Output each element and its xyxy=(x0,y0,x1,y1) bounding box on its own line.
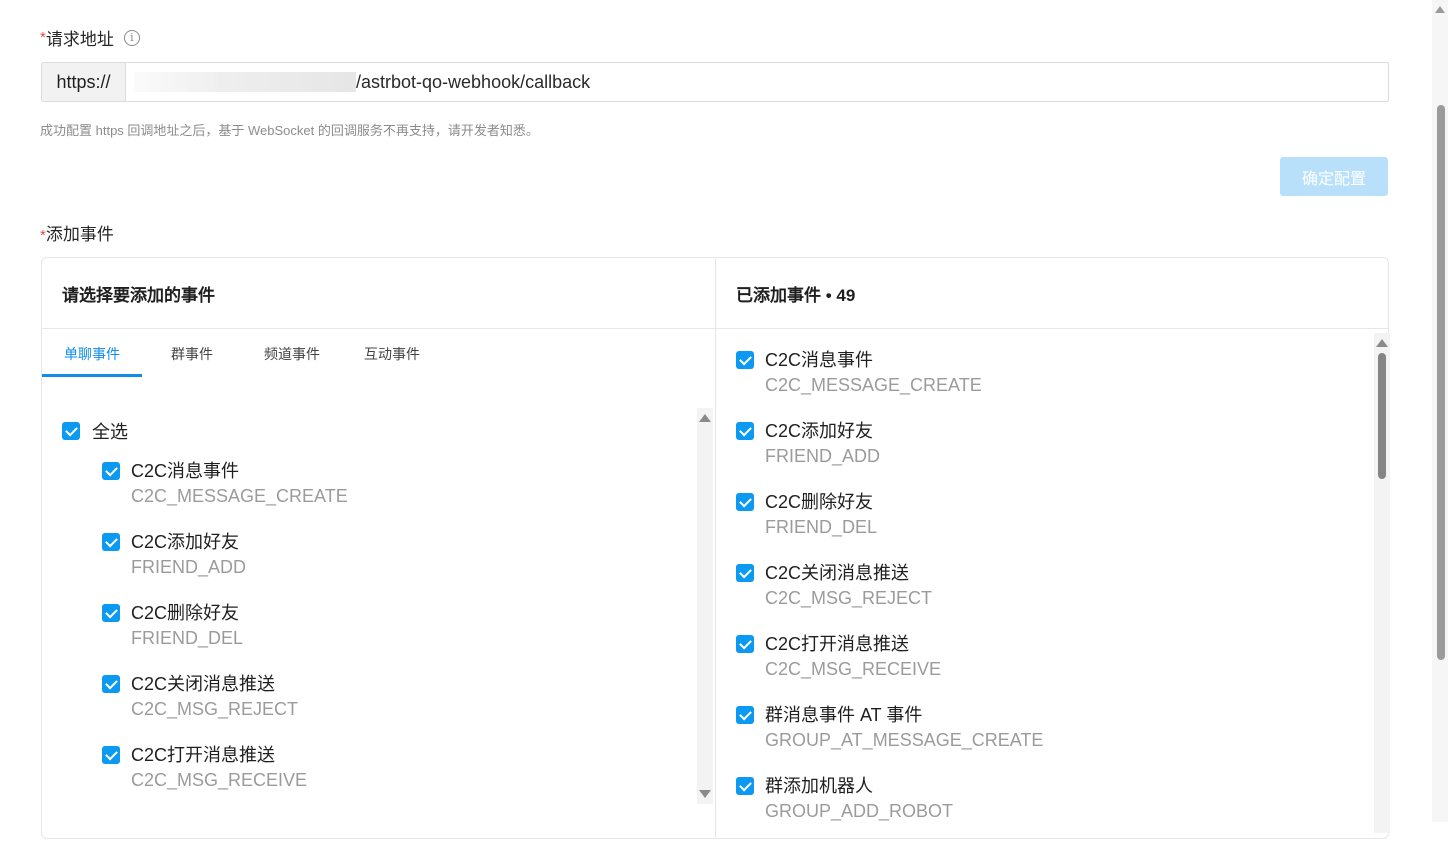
scroll-down-arrow-icon[interactable] xyxy=(699,790,711,798)
https-hint: 成功配置 https 回调地址之后，基于 WebSocket 的回调服务不再支持… xyxy=(40,123,539,138)
event-checkbox[interactable] xyxy=(736,493,754,511)
event-checkbox[interactable] xyxy=(736,564,754,582)
event-code: C2C_MSG_RECEIVE xyxy=(765,659,942,679)
event-checkbox[interactable] xyxy=(736,777,754,795)
event-code: C2C_MSG_REJECT xyxy=(131,699,299,719)
event-checkbox[interactable] xyxy=(102,746,120,764)
url-input-group: https:// /astrbot-qo-webhook/callback xyxy=(41,62,1389,102)
event-item[interactable]: C2C打开消息推送 C2C_MSG_RECEIVE xyxy=(102,743,348,814)
event-name: C2C关闭消息推送 xyxy=(131,674,276,694)
event-code: C2C_MSG_REJECT xyxy=(765,588,933,608)
event-code: FRIEND_ADD xyxy=(765,446,881,466)
confirm-config-button[interactable]: 确定配置 xyxy=(1280,157,1388,196)
event-name: C2C删除好友 xyxy=(131,603,240,623)
event-transfer-panel: 请选择要添加的事件 单聊事件 群事件 频道事件 互动事件 全选 C2C消息事件 C… xyxy=(41,257,1390,839)
added-events-column: 已添加事件 • 49 C2C消息事件 C2C_MESSAGE_CREATE C2C… xyxy=(716,258,1390,838)
add-events-label: *添加事件 xyxy=(40,220,114,245)
event-name: C2C消息事件 xyxy=(131,461,240,481)
event-checkbox[interactable] xyxy=(736,422,754,440)
event-name: C2C消息事件 xyxy=(765,350,874,370)
available-events-scrollbar[interactable] xyxy=(697,408,713,804)
select-all-checkbox[interactable] xyxy=(62,422,80,440)
add-events-label-text: 添加事件 xyxy=(45,225,114,244)
event-code: C2C_MESSAGE_CREATE xyxy=(765,375,982,395)
scroll-up-arrow-icon[interactable] xyxy=(699,414,711,422)
url-prefix: https:// xyxy=(42,63,126,101)
event-item[interactable]: C2C关闭消息推送 C2C_MSG_REJECT xyxy=(102,672,348,743)
added-events-scrollbar[interactable] xyxy=(1374,333,1390,833)
added-event-item[interactable]: 群添加机器人 GROUP_ADD_ROBOT xyxy=(736,774,1043,845)
scroll-up-arrow-icon[interactable] xyxy=(1376,339,1388,347)
select-all-row[interactable]: 全选 xyxy=(62,418,128,444)
page-scroll-thumb[interactable] xyxy=(1437,105,1445,660)
added-event-item[interactable]: C2C删除好友 FRIEND_DEL xyxy=(736,490,1043,561)
event-checkbox[interactable] xyxy=(736,351,754,369)
request-url-label-text: 请求地址 xyxy=(45,30,114,49)
scroll-thumb[interactable] xyxy=(1378,353,1386,479)
event-checkbox[interactable] xyxy=(102,675,120,693)
event-name: C2C打开消息推送 xyxy=(131,745,276,765)
redacted-domain xyxy=(134,72,356,92)
info-icon[interactable]: i xyxy=(123,29,140,46)
tab-interaction-events[interactable]: 互动事件 xyxy=(342,329,442,377)
event-name: C2C打开消息推送 xyxy=(765,634,910,654)
event-name: C2C添加好友 xyxy=(131,532,240,552)
event-checkbox[interactable] xyxy=(102,604,120,622)
available-events-list: C2C消息事件 C2C_MESSAGE_CREATE C2C添加好友 FRIEND_… xyxy=(102,459,348,814)
tab-channel-events[interactable]: 频道事件 xyxy=(242,329,342,377)
event-code: FRIEND_DEL xyxy=(131,628,244,648)
added-event-item[interactable]: C2C关闭消息推送 C2C_MSG_REJECT xyxy=(736,561,1043,632)
event-item[interactable]: C2C消息事件 C2C_MESSAGE_CREATE xyxy=(102,459,348,530)
event-name: C2C关闭消息推送 xyxy=(765,563,910,583)
event-checkbox[interactable] xyxy=(736,635,754,653)
event-checkbox[interactable] xyxy=(102,462,120,480)
event-checkbox[interactable] xyxy=(736,706,754,724)
event-name: C2C添加好友 xyxy=(765,421,874,441)
added-event-item[interactable]: 群消息事件 AT 事件 GROUP_AT_MESSAGE_CREATE xyxy=(736,703,1043,774)
event-category-tabs: 单聊事件 群事件 频道事件 互动事件 xyxy=(42,329,715,377)
event-code: C2C_MESSAGE_CREATE xyxy=(131,486,348,506)
event-code: C2C_MSG_RECEIVE xyxy=(131,770,308,790)
event-name: 群消息事件 AT 事件 xyxy=(765,705,923,725)
event-code: GROUP_AT_MESSAGE_CREATE xyxy=(765,730,1044,750)
event-name: 群添加机器人 xyxy=(765,776,873,796)
request-url-label: * 请求地址 i xyxy=(40,25,140,50)
page-scrollbar[interactable] xyxy=(1432,0,1448,822)
event-code: FRIEND_ADD xyxy=(131,557,247,577)
event-item[interactable]: C2C添加好友 FRIEND_ADD xyxy=(102,530,348,601)
tab-group-events[interactable]: 群事件 xyxy=(142,329,242,377)
url-input[interactable]: /astrbot-qo-webhook/callback xyxy=(126,63,1388,101)
event-checkbox[interactable] xyxy=(102,533,120,551)
added-event-item[interactable]: C2C打开消息推送 C2C_MSG_RECEIVE xyxy=(736,632,1043,703)
page-scroll-up-arrow-icon[interactable] xyxy=(1435,6,1445,13)
event-code: GROUP_ADD_ROBOT xyxy=(765,801,954,821)
added-events-title: 已添加事件 • 49 xyxy=(716,258,1388,329)
event-code: FRIEND_DEL xyxy=(765,517,878,537)
available-events-column: 请选择要添加的事件 单聊事件 群事件 频道事件 互动事件 全选 C2C消息事件 C… xyxy=(42,258,716,838)
added-event-item[interactable]: C2C添加好友 FRIEND_ADD xyxy=(736,419,1043,490)
select-all-label: 全选 xyxy=(92,422,128,442)
added-event-item[interactable]: C2C消息事件 C2C_MESSAGE_CREATE xyxy=(736,348,1043,419)
event-item[interactable]: C2C删除好友 FRIEND_DEL xyxy=(102,601,348,672)
url-path-value: /astrbot-qo-webhook/callback xyxy=(356,71,591,92)
event-name: C2C删除好友 xyxy=(765,492,874,512)
added-events-list: C2C消息事件 C2C_MESSAGE_CREATE C2C添加好友 FRIEND_… xyxy=(736,348,1043,845)
available-events-title: 请选择要添加的事件 xyxy=(42,258,715,329)
tab-c2c-events[interactable]: 单聊事件 xyxy=(42,329,142,377)
